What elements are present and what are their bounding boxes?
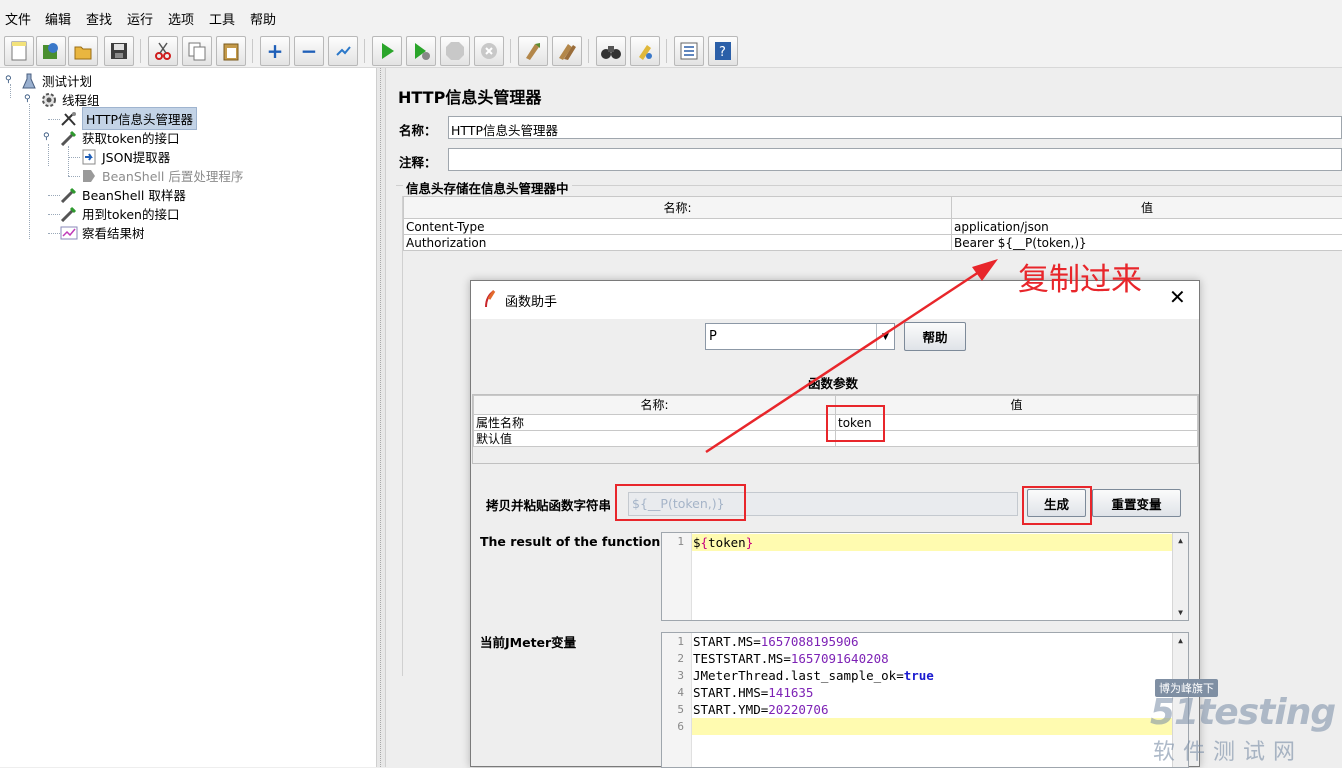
watermark-brand: 51testing	[1150, 692, 1335, 733]
annotation-text: 复制过来	[1018, 254, 1142, 299]
watermark-sub: 软件测试网	[1153, 734, 1303, 766]
annotation-arrow-icon	[0, 0, 1342, 767]
